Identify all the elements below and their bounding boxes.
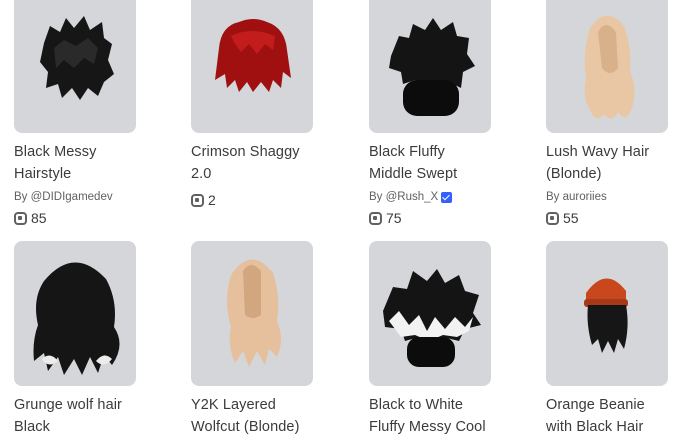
item-creator[interactable]: By @DIDIgamedev [14,189,136,205]
item-name[interactable]: Black to White Fluffy Messy Cool [369,394,491,437]
item-name[interactable]: Grunge wolf hair Black [14,394,136,437]
item-price: 55 [546,209,668,227]
catalog-item-card[interactable]: Y2K Layered Wolfcut (Blonde) [191,241,313,437]
item-price: 75 [369,209,491,227]
verified-badge-icon [441,191,453,203]
item-name[interactable]: Black Messy Hairstyle [14,141,136,185]
item-thumbnail[interactable] [191,241,313,386]
catalog-item-card[interactable]: Black to White Fluffy Messy Cool [369,241,491,437]
catalog-item-card[interactable]: Crimson Shaggy 2.0 2 [191,0,313,209]
item-name[interactable]: Y2K Layered Wolfcut (Blonde) [191,394,313,437]
catalog-item-card[interactable]: Black Messy Hairstyle By @DIDIgamedev 85 [14,0,136,227]
orange-beanie-hair-thumbnail [584,278,628,353]
catalog-item-card[interactable]: Grunge wolf hair Black [14,241,136,437]
grunge-wolf-hair-thumbnail [33,262,120,375]
item-thumbnail[interactable] [546,241,668,386]
blonde-wavy-hair-thumbnail [584,15,635,119]
item-thumbnail[interactable] [546,0,668,133]
item-price: 2 [191,191,313,209]
catalog-item-card[interactable]: Orange Beanie with Black Hair [546,241,668,437]
robux-icon [369,211,382,225]
item-thumbnail[interactable] [369,241,491,386]
item-creator[interactable]: By auroriies [546,189,668,205]
crimson-shaggy-hair-thumbnail [215,19,291,92]
black-white-fluffy-hair-thumbnail [383,269,481,367]
robux-icon [546,211,559,225]
blonde-wolfcut-hair-thumbnail [227,259,281,367]
item-name[interactable]: Black Fluffy Middle Swept [369,141,491,185]
black-fluffy-hair-thumbnail [389,18,475,116]
black-messy-hair-thumbnail [40,16,114,100]
item-price: 85 [14,209,136,227]
catalog-item-card[interactable]: Black Fluffy Middle Swept By @Rush_X 75 [369,0,491,227]
robux-icon [14,211,27,225]
item-name[interactable]: Lush Wavy Hair (Blonde) [546,141,668,185]
item-thumbnail[interactable] [14,0,136,133]
item-thumbnail[interactable] [14,241,136,386]
item-thumbnail[interactable] [369,0,491,133]
robux-icon [191,193,204,207]
item-thumbnail[interactable] [191,0,313,133]
item-name[interactable]: Crimson Shaggy 2.0 [191,141,313,185]
item-name[interactable]: Orange Beanie with Black Hair [546,394,668,437]
item-creator[interactable]: By @Rush_X [369,189,491,205]
catalog-item-card[interactable]: Lush Wavy Hair (Blonde) By auroriies 55 [546,0,668,227]
